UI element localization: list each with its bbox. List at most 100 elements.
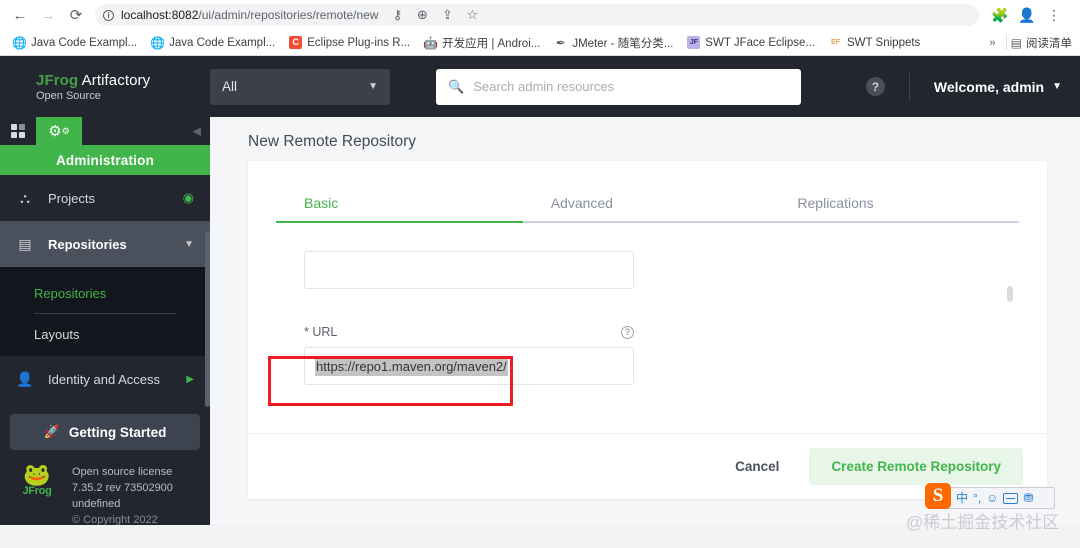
bookmark-overflow-icon[interactable]: » — [984, 37, 1002, 49]
sidebar-item-projects[interactable]: ⛬ Projects ◉ — [0, 175, 210, 221]
brand-logo[interactable]: JFrog Artifactory Open Source — [0, 72, 210, 102]
tab-advanced[interactable]: Advanced — [522, 195, 770, 223]
browser-toolbar: ← → ⟳ i localhost:8082/ui/admin/reposito… — [0, 0, 1080, 30]
bookmark-item[interactable]: C Eclipse Plug-ins R... — [282, 32, 417, 54]
repository-type-select[interactable]: All ▼ — [210, 68, 390, 105]
search-input[interactable]: Search admin resources — [473, 79, 614, 94]
reload-button[interactable]: ⟳ — [63, 2, 89, 28]
jface-icon: JF — [687, 36, 701, 49]
license-line: undefined — [72, 498, 121, 510]
getting-started-button[interactable]: 🚀 Getting Started — [10, 414, 200, 450]
star-icon[interactable]: ☆ — [460, 3, 484, 27]
brand-product: Artifactory — [81, 71, 151, 89]
bookmark-item[interactable]: 🌐 Java Code Exampl... — [144, 32, 282, 54]
cancel-button[interactable]: Cancel — [721, 451, 793, 482]
sidebar-top-bar: ⚙ ⚙ ◀ — [0, 117, 210, 145]
globe-icon: 🌐 — [12, 35, 27, 50]
share-icon[interactable]: ⇪ — [435, 3, 459, 27]
brand-jfrog: JFrog — [36, 71, 79, 89]
divider — [908, 72, 910, 101]
back-button[interactable]: ← — [7, 2, 33, 28]
license-line: 7.35.2 rev 73502900 — [72, 482, 173, 494]
ef-icon: EF — [831, 39, 840, 46]
bookmark-item[interactable]: 🌐 Java Code Exampl... — [6, 32, 144, 54]
bookmark-item[interactable]: ✒ JMeter - 随笔分类... — [547, 32, 680, 54]
site-info-icon[interactable]: i — [103, 9, 114, 21]
toolbox-icon[interactable]: ⛃ — [1023, 492, 1033, 504]
menu-icon[interactable]: ⋮ — [1041, 2, 1067, 28]
bookmark-item[interactable]: 🤖 开发应用 | Androi... — [417, 32, 547, 54]
sidebar-collapse-icon[interactable]: ◀ — [193, 125, 201, 138]
tab-basic[interactable]: Basic — [276, 195, 523, 223]
admin-search-box[interactable]: 🔍 Search admin resources — [436, 68, 801, 105]
apps-grid-icon[interactable] — [0, 117, 36, 145]
tab-bar: Basic Advanced Replications — [248, 161, 1047, 223]
help-icon[interactable]: ? — [865, 77, 885, 96]
chevron-down-icon: ▼ — [1052, 81, 1062, 92]
user-menu[interactable]: Welcome, admin ▼ — [934, 79, 1062, 95]
url-input-value: https://repo1.maven.org/maven2/ — [315, 356, 508, 376]
bookmark-label: Java Code Exampl... — [31, 36, 138, 49]
address-bar-url: localhost:8082/ui/admin/repositories/rem… — [121, 8, 378, 22]
android-icon: 🤖 — [423, 35, 439, 50]
grid-icon-shape — [11, 124, 25, 138]
license-line: Open source license — [72, 466, 173, 478]
card-scrollbar[interactable] — [1007, 286, 1013, 302]
ime-mode-label[interactable]: 中 — [956, 492, 968, 504]
sidebar-subitem-layouts[interactable]: Layouts — [0, 318, 210, 350]
watermark: @稀土掘金技术社区 — [906, 513, 1060, 532]
bookmarks-bar: 🌐 Java Code Exampl... 🌐 Java Code Exampl… — [0, 30, 1080, 56]
omnibox-actions: ⚷ ⊕ ⇪ ☆ — [385, 3, 486, 27]
feather-icon: ✒ — [555, 35, 566, 50]
bookmark-label: Java Code Exampl... — [169, 36, 276, 49]
repository-key-input[interactable] — [304, 251, 634, 289]
sidebar-item-label: Repositories — [48, 236, 127, 252]
reading-list-label[interactable]: 阅读清单 — [1026, 35, 1072, 51]
header-right: ? Welcome, admin ▼ — [865, 72, 1080, 101]
sidebar-item-repositories[interactable]: ▤ Repositories ▼ — [0, 221, 210, 267]
keyboard-icon[interactable] — [1003, 492, 1019, 504]
chevron-down-icon: ▼ — [368, 81, 378, 92]
navigation-buttons: ← → ⟳ — [0, 2, 89, 28]
url-path: /ui/admin/repositories/remote/new — [198, 8, 379, 22]
globe-icon: 🌐 — [150, 35, 166, 50]
ime-emoji-icon[interactable]: ☺ — [986, 492, 998, 504]
tab-replications[interactable]: Replications — [769, 195, 1019, 223]
reading-list-icon[interactable]: ▤ — [1011, 36, 1022, 50]
bookmarks-bar-right: » ▤ 阅读清单 — [984, 35, 1080, 51]
sidebar-submenu: Repositories Layouts — [0, 267, 210, 356]
page-title: New Remote Repository — [248, 133, 416, 150]
sidebar-item-identity-and-access[interactable]: 👤 Identity and Access ▶ — [0, 356, 210, 402]
create-remote-repository-button[interactable]: Create Remote Repository — [809, 448, 1023, 485]
divider — [1005, 35, 1007, 50]
forward-button[interactable]: → — [35, 2, 61, 28]
divider — [34, 313, 176, 314]
getting-started-label: Getting Started — [68, 424, 167, 440]
extensions-icon[interactable]: 🧩 — [987, 2, 1013, 28]
sidebar: ⚙ ⚙ ◀ Administration ⛬ Projects ◉ ▤ Repos… — [0, 117, 210, 548]
sogou-ime-logo[interactable]: S — [925, 483, 951, 509]
zoom-icon[interactable]: ⊕ — [410, 3, 434, 27]
bookmark-label: SWT Snippets — [847, 36, 921, 49]
jfrog-logo-icon: 🐸 JFrog — [14, 464, 60, 497]
brand-edition: Open Source — [36, 89, 101, 102]
bookmark-label: JMeter - 随笔分类... — [572, 37, 674, 50]
grid-cell — [11, 132, 17, 138]
jfrog-logo-label: JFrog — [22, 485, 52, 497]
ime-punctuation-icon[interactable]: °, — [973, 492, 981, 504]
key-icon[interactable]: ⚷ — [385, 3, 409, 27]
frog-glyph: 🐸 — [23, 462, 51, 487]
bookmark-item[interactable]: EF SWT Snippets — [822, 32, 927, 54]
url-label-text: URL — [312, 325, 338, 339]
new-remote-repository-card: Basic Advanced Replications * URL ? http… — [248, 161, 1047, 499]
profile-icon[interactable]: 👤 — [1014, 2, 1040, 28]
rocket-icon: 🚀 — [43, 424, 60, 439]
repositories-icon: ▤ — [18, 235, 32, 252]
administration-tab[interactable]: ⚙ ⚙ — [36, 117, 82, 145]
sidebar-subitem-repositories[interactable]: Repositories — [0, 277, 210, 309]
sidebar-item-label: Identity and Access — [48, 371, 161, 387]
bookmark-item[interactable]: JF SWT JFace Eclipse... — [680, 32, 822, 54]
address-bar[interactable]: i localhost:8082/ui/admin/repositories/r… — [95, 4, 979, 26]
url-input[interactable]: https://repo1.maven.org/maven2/ — [304, 347, 634, 385]
question-mark-icon[interactable]: ? — [621, 325, 634, 339]
